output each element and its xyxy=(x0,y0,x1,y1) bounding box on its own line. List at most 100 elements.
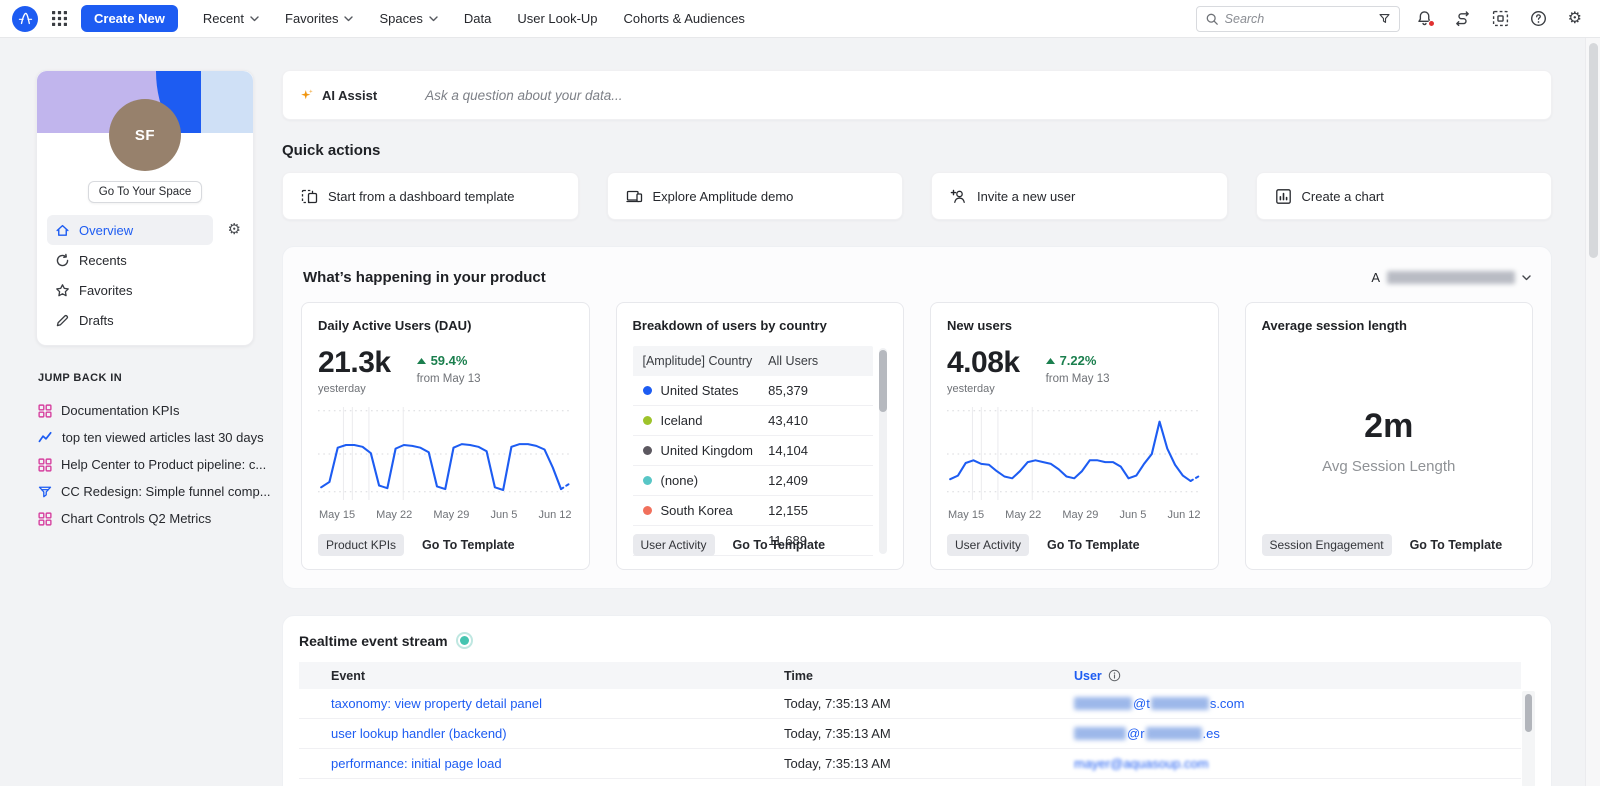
jump-back-in-item[interactable]: Documentation KPIs xyxy=(38,397,254,424)
ai-assist-label: AI Assist xyxy=(322,88,377,103)
apps-grid-icon[interactable] xyxy=(52,11,67,26)
event-user-link[interactable]: mayer@aquasoup.com xyxy=(1074,756,1521,771)
quick-action-explore-amplitude-demo[interactable]: Explore Amplitude demo xyxy=(607,172,904,220)
redacted-project-name xyxy=(1387,271,1515,284)
sidebar-item-recents[interactable]: Recents xyxy=(47,245,243,275)
recents-icon xyxy=(55,253,70,268)
nav-item-data[interactable]: Data xyxy=(451,0,504,38)
sidebar-item-drafts[interactable]: Drafts xyxy=(47,305,243,335)
go-to-your-space-button[interactable]: Go To Your Space xyxy=(88,181,203,203)
country-table-scrollbar[interactable] xyxy=(879,348,887,554)
event-link[interactable]: user lookup handler (backend) xyxy=(331,726,507,741)
info-icon[interactable] xyxy=(1108,669,1121,682)
new-users-badge[interactable]: User Activity xyxy=(947,534,1029,556)
ai-assist-bar[interactable]: AI Assist Ask a question about your data… xyxy=(282,70,1552,120)
sidebar-menu: ⚙ OverviewRecentsFavoritesDrafts xyxy=(37,207,253,335)
series-color-dot xyxy=(643,476,652,485)
settings-gear-icon[interactable]: ⚙ xyxy=(1568,11,1582,27)
event-stream-row: user lookup handler (backend)Today, 7:35… xyxy=(299,719,1521,749)
overview-settings-gear-icon[interactable]: ⚙ xyxy=(228,222,241,237)
help-icon[interactable] xyxy=(1530,10,1547,27)
pencil-icon xyxy=(55,313,70,328)
sidebar-item-favorites[interactable]: Favorites xyxy=(47,275,243,305)
chevron-down-icon xyxy=(1522,275,1531,281)
sidebar-item-overview[interactable]: Overview xyxy=(47,215,213,245)
jump-back-in-item[interactable]: Help Center to Product pipeline: c... xyxy=(38,451,254,478)
jump-back-in-item[interactable]: CC Redesign: Simple funnel comp... xyxy=(38,478,254,505)
search-box[interactable] xyxy=(1196,6,1400,32)
search-input[interactable] xyxy=(1225,12,1372,26)
jump-back-in-item[interactable]: top ten viewed articles last 30 days xyxy=(38,424,254,451)
create-new-button[interactable]: Create New xyxy=(81,5,178,32)
nav-item-recent[interactable]: Recent xyxy=(190,0,272,38)
avatar[interactable]: SF xyxy=(109,99,181,171)
event-time: Today, 7:35:13 AM xyxy=(784,756,1074,771)
country-table: [Amplitude] Country All Users United Sta… xyxy=(633,346,888,556)
notifications-bell-icon[interactable] xyxy=(1416,10,1433,27)
filter-icon[interactable] xyxy=(1378,12,1391,25)
nav-item-user-look-up[interactable]: User Look-Up xyxy=(504,0,610,38)
session-length-caption: Avg Session Length xyxy=(1246,458,1533,475)
amplitude-logo[interactable] xyxy=(12,6,38,32)
chevron-down-icon xyxy=(250,16,259,22)
scrollbar-thumb[interactable] xyxy=(879,350,887,412)
quick-action-invite-a-new-user[interactable]: Invite a new user xyxy=(931,172,1228,220)
quick-action-start-from-a-dashboard-template[interactable]: Start from a dashboard template xyxy=(282,172,579,220)
country-row[interactable]: (none)12,409 xyxy=(633,466,874,496)
event-stream-header: Event Time User xyxy=(299,662,1521,689)
country-row[interactable]: United Kingdom14,104 xyxy=(633,436,874,466)
session-go-to-template-link[interactable]: Go To Template xyxy=(1410,538,1503,552)
pathfinder-journeys-icon[interactable] xyxy=(1454,10,1471,27)
redacted-text xyxy=(1151,697,1209,710)
dau-line-chart[interactable] xyxy=(318,403,573,507)
home-icon xyxy=(55,223,70,238)
realtime-event-stream-title: Realtime event stream xyxy=(299,633,448,649)
page-scrollbar[interactable] xyxy=(1585,38,1600,786)
country-row[interactable]: South Korea12,155 xyxy=(633,496,874,526)
event-stream-scrollbar[interactable] xyxy=(1522,691,1535,786)
session-badge[interactable]: Session Engagement xyxy=(1262,534,1392,556)
dashboard-icon xyxy=(38,512,52,526)
card-dau: Daily Active Users (DAU) 21.3k yesterday… xyxy=(301,302,590,570)
new-users-line-chart[interactable] xyxy=(947,403,1202,507)
realtime-event-stream-panel: Realtime event stream Event Time User ta… xyxy=(282,615,1552,786)
star-icon xyxy=(55,283,70,298)
redacted-text xyxy=(1074,727,1126,740)
chartsq-icon xyxy=(1275,188,1292,205)
event-user-link[interactable]: @ts.com xyxy=(1074,696,1521,711)
nav-item-spaces[interactable]: Spaces xyxy=(366,0,450,38)
dau-badge[interactable]: Product KPIs xyxy=(318,534,404,556)
session-length-value: 2m xyxy=(1246,407,1533,446)
quick-action-create-a-chart[interactable]: Create a chart xyxy=(1256,172,1553,220)
nav-item-favorites[interactable]: Favorites xyxy=(272,0,366,38)
jump-back-in-list: Documentation KPIstop ten viewed article… xyxy=(38,397,254,532)
dau-delta: 59.4% xyxy=(417,353,481,368)
invite-icon xyxy=(950,188,967,205)
country-row[interactable]: United States85,379 xyxy=(633,376,874,406)
new-users-value: 4.08k xyxy=(947,348,1020,378)
select-region-icon[interactable] xyxy=(1492,10,1509,27)
sidebar: SF Go To Your Space ⚙ OverviewRecentsFav… xyxy=(36,70,254,532)
event-link[interactable]: taxonomy: view property detail panel xyxy=(331,696,542,711)
series-color-dot xyxy=(643,386,652,395)
whats-happening-panel: What’s happening in your product A Daily… xyxy=(282,246,1552,589)
delta-up-icon xyxy=(417,358,426,364)
new-users-go-to-template-link[interactable]: Go To Template xyxy=(1047,538,1140,552)
project-selector[interactable]: A xyxy=(1371,270,1531,285)
jump-back-in-item[interactable]: Chart Controls Q2 Metrics xyxy=(38,505,254,532)
nav-item-cohorts-audiences[interactable]: Cohorts & Audiences xyxy=(611,0,758,38)
country-row[interactable]: Iceland43,410 xyxy=(633,406,874,436)
new-users-delta: 7.22% xyxy=(1046,353,1110,368)
card-session-length: Average session length 2m Avg Session Le… xyxy=(1245,302,1534,570)
dau-go-to-template-link[interactable]: Go To Template xyxy=(422,538,515,552)
quick-actions-title: Quick actions xyxy=(282,142,1552,159)
event-user-link[interactable]: @r.es xyxy=(1074,726,1521,741)
country-badge[interactable]: User Activity xyxy=(633,534,715,556)
card-country-breakdown: Breakdown of users by country [Amplitude… xyxy=(616,302,905,570)
country-go-to-template-link[interactable]: Go To Template xyxy=(733,538,826,552)
event-link[interactable]: performance: initial page load xyxy=(331,756,502,771)
page-scrollbar-thumb[interactable] xyxy=(1589,43,1598,258)
scrollbar-thumb[interactable] xyxy=(1525,694,1532,732)
dashboard-icon xyxy=(38,404,52,418)
new-users-x-axis-labels: May 15May 22May 29Jun 5Jun 12 xyxy=(947,509,1202,521)
